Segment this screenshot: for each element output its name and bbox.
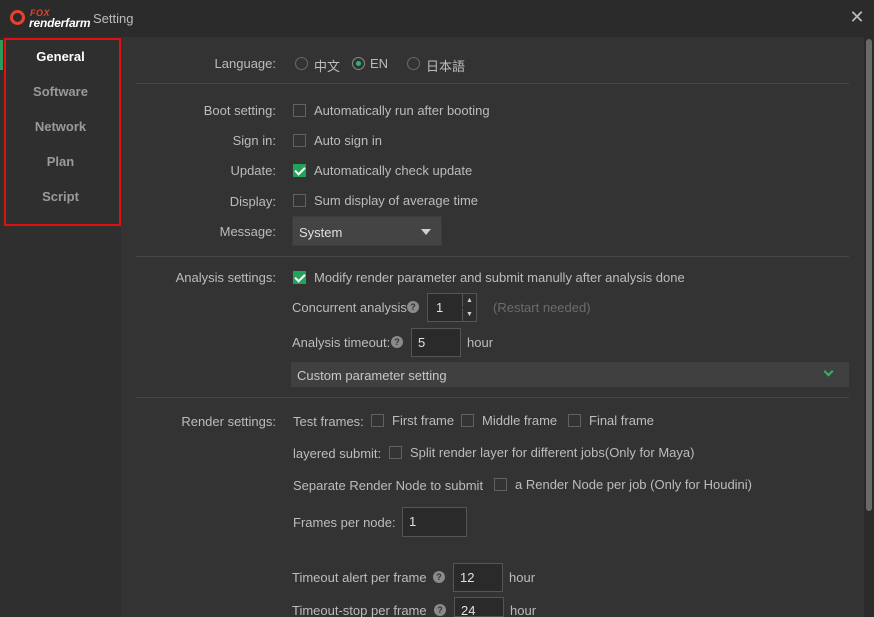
highlight-box (4, 38, 121, 226)
auto-update-checkbox[interactable] (293, 164, 306, 177)
render-node-per-job-checkbox[interactable] (494, 478, 507, 491)
language-radio-zh[interactable] (295, 57, 308, 70)
spin-down-icon[interactable]: ▼ (462, 308, 476, 321)
test-frames-label: Test frames: (293, 414, 364, 429)
custom-parameter-label: Custom parameter setting (297, 368, 447, 383)
frames-per-node-label: Frames per node: (293, 515, 396, 530)
help-icon[interactable]: ? (433, 571, 445, 583)
modify-param-checkbox[interactable] (293, 271, 306, 284)
chevron-down-icon (823, 366, 834, 377)
section-divider (136, 397, 849, 398)
final-frame-checkbox[interactable] (568, 414, 581, 427)
timeout-stop-input[interactable]: 24 (454, 597, 504, 617)
analysis-timeout-input[interactable]: 5 (411, 328, 461, 357)
spin-up-icon[interactable]: ▲ (462, 294, 476, 307)
scrollbar-thumb[interactable] (866, 39, 872, 511)
custom-parameter-collapse[interactable]: Custom parameter setting (291, 362, 849, 387)
sum-display-checkbox[interactable] (293, 194, 306, 207)
split-layer-checkbox[interactable] (389, 446, 402, 459)
auto-run-checkbox[interactable] (293, 104, 306, 117)
boot-setting-label: Boot setting: (203, 103, 276, 118)
restart-needed-note: (Restart needed) (493, 300, 591, 315)
help-icon[interactable]: ? (434, 604, 446, 616)
sign-in-label: Sign in: (232, 133, 276, 148)
logo-text-bottom: renderfarm (29, 16, 91, 30)
middle-frame-checkbox[interactable] (461, 414, 474, 427)
auto-sign-in-checkbox[interactable] (293, 134, 306, 147)
update-label: Update: (230, 163, 276, 178)
language-radio-en[interactable] (352, 57, 365, 70)
message-select[interactable]: System (292, 216, 442, 246)
first-frame-checkbox[interactable] (371, 414, 384, 427)
window-title: Setting (93, 11, 134, 26)
first-frame-text: First frame (392, 413, 455, 428)
timeout-stop-label: Timeout-stop per frame (292, 603, 427, 617)
analysis-timeout-unit: hour (467, 335, 494, 350)
title-bar: FOX renderfarm Setting ✕ (0, 0, 874, 37)
timeout-stop-unit: hour (510, 603, 537, 617)
language-option-ja[interactable]: 日本語 (426, 56, 465, 75)
language-option-zh[interactable]: 中文 (314, 56, 340, 75)
middle-frame-text: Middle frame (482, 413, 558, 428)
concurrent-analysis-label: Concurrent analysis (292, 300, 407, 315)
message-select-value: System (299, 225, 343, 240)
fox-renderfarm-logo: FOX renderfarm (10, 8, 91, 30)
auto-run-text: Automatically run after booting (314, 103, 490, 118)
help-icon[interactable]: ? (391, 336, 403, 348)
scrollbar[interactable] (864, 37, 874, 617)
timeout-alert-input[interactable]: 12 (453, 563, 503, 592)
split-layer-text: Split render layer for different jobs(On… (410, 445, 695, 460)
display-label: Display: (229, 194, 276, 209)
separate-node-label: Separate Render Node to submit (293, 478, 484, 493)
section-divider (136, 256, 849, 257)
analysis-settings-label: Analysis settings: (175, 270, 276, 285)
logo-ring-icon (10, 10, 25, 25)
render-settings-label: Render settings: (181, 414, 276, 429)
help-icon[interactable]: ? (407, 301, 419, 313)
language-label: Language: (214, 56, 276, 71)
render-node-per-job-text: a Render Node per job (Only for Houdini) (515, 477, 753, 492)
language-radio-ja[interactable] (407, 57, 420, 70)
sum-display-text: Sum display of average time (314, 193, 479, 208)
analysis-timeout-label: Analysis timeout: (292, 335, 391, 350)
concurrent-analysis-spinbox[interactable]: 1 ▲ ▼ (427, 293, 477, 322)
layered-submit-label: layered submit: (293, 446, 382, 461)
sidebar: General Software Network Plan Script (0, 37, 121, 617)
message-label: Message: (219, 224, 276, 239)
section-divider (136, 83, 849, 84)
frames-per-node-input[interactable]: 1 (402, 507, 467, 537)
timeout-alert-label: Timeout alert per frame (292, 570, 427, 585)
chevron-down-icon (421, 229, 431, 235)
final-frame-text: Final frame (589, 413, 655, 428)
settings-panel (121, 37, 874, 617)
auto-update-text: Automatically check update (314, 163, 473, 178)
close-icon[interactable]: ✕ (848, 8, 866, 26)
modify-param-text: Modify render parameter and submit manul… (314, 270, 685, 285)
auto-sign-in-text: Auto sign in (314, 133, 382, 148)
timeout-alert-unit: hour (509, 570, 536, 585)
language-option-en[interactable]: EN (370, 56, 388, 71)
concurrent-analysis-value: 1 (436, 300, 444, 315)
